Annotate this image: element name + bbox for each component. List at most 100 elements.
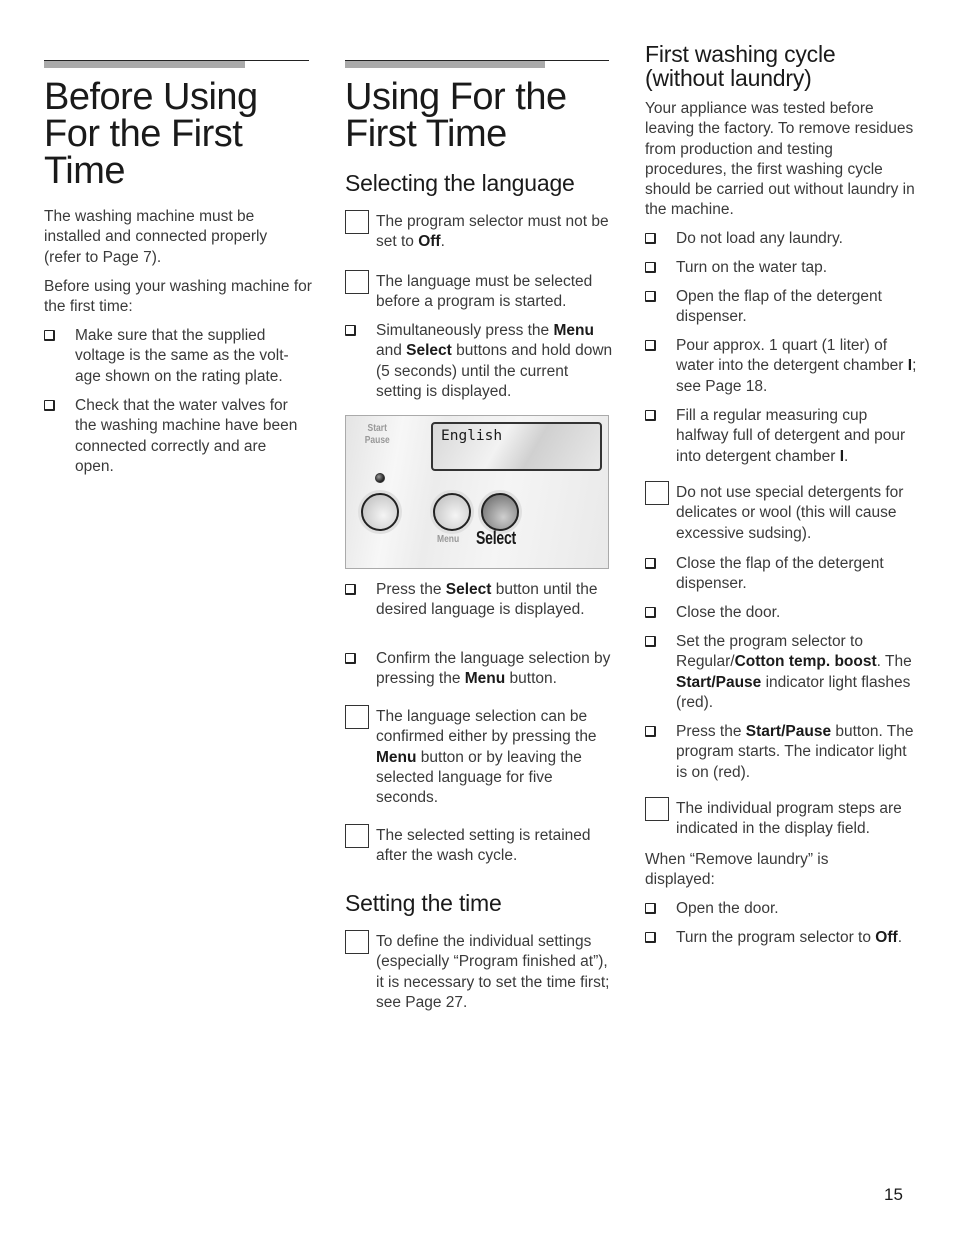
item-text: Turn on the water tap. [645,258,917,278]
text-run: Simultaneously press the [376,322,554,339]
text-run: The language must be selected before a p… [376,273,593,311]
title-line: Before Using [44,76,258,118]
note-box-icon [345,824,369,848]
item-text: The language must be selected before a p… [345,272,613,313]
checkbox-bullet-icon [645,607,656,618]
checkbox-bullet-icon [645,262,656,273]
emphasis-text: Start/Pause [745,723,832,740]
text-run: button. [505,670,557,688]
note-box-icon [345,210,369,234]
heading-selecting-language: Selecting the language [345,170,575,196]
checkbox-bullet-icon [645,636,656,647]
checklist-item: Turn the program selector to Off. [645,928,917,948]
item-text: Make sure that the supplied voltage is t… [75,327,289,385]
menu-button[interactable] [433,493,471,531]
note-item: Do not use special detergents for delica… [645,481,917,544]
select-label: Select [476,528,516,548]
title-line: Time [44,150,126,192]
checklist-item: Close the flap of the detergent dispense… [645,554,917,595]
checklist-item: Confirm the language selection by pressi… [345,649,613,690]
menu-label: Menu [437,534,460,545]
note-box-icon [345,270,369,294]
text-run: Do not use special detergents for delica… [676,484,904,542]
heading-line: (without laundry) [645,65,812,91]
start-pause-button[interactable] [361,493,399,531]
checklist-item: Turn on the water tap. [645,258,917,278]
note-box-icon [345,930,369,954]
lead-paragraph: Before using your washing machine for th… [44,278,312,316]
checkbox-bullet-icon [645,932,656,943]
note-box-icon [345,705,369,729]
checklist-item: Press the Start/Pause button. The progra… [645,722,917,783]
checklist-item: Open the flap of the detergent dispenser… [645,287,917,328]
text-run: Turn the program selector to [676,929,876,946]
item-text: Open the door. [645,899,917,919]
text-run: Press the [676,723,746,740]
checklist-item: Press the Select button until the desire… [345,580,613,621]
checkbox-bullet-icon [645,726,656,737]
section-rule-bar [345,61,545,68]
item-text: Set the program selector to Regular/Cott… [645,632,917,713]
item-text: Press the Start/Pause button. The progra… [645,722,917,783]
note-box-icon [645,797,669,821]
checklist-item: Make sure that the supplied voltage is t… [44,326,309,387]
text-run: Press the [376,581,446,598]
text-run: The program selector must not be set to [376,213,609,251]
note-item: The individual program steps are indicat… [645,797,917,840]
checkbox-bullet-icon [645,340,656,351]
text-run: . [844,447,849,465]
title-line: Using For the [345,76,567,118]
checkbox-bullet-icon [44,400,55,411]
item-text: Turn the program selector to Off. [645,928,917,948]
page-number: 15 [884,1185,903,1204]
display-text: English [441,428,503,444]
text-run: . The [876,653,912,671]
item-text: The individual program steps are indicat… [645,799,917,840]
checkbox-bullet-icon [645,291,656,302]
emphasis-text: Select [406,342,452,360]
item-text: Confirm the language selection by pressi… [345,649,613,690]
item-text: The language selection can be confirmed … [345,707,613,808]
item-text: Open the flap of the detergent dispenser… [645,287,917,328]
emphasis-text: Menu [376,748,417,766]
heading-setting-time: Setting the time [345,890,502,916]
item-text: To define the individual settings (espec… [345,932,613,1013]
text-run: The language selection can be confirmed … [376,708,597,746]
text-run: To define the individual settings (espec… [376,933,610,1011]
select-button[interactable] [481,493,519,531]
checkbox-bullet-icon [345,325,356,336]
emphasis-text: Menu [464,670,506,688]
item-text: Do not use special detergents for delica… [645,483,917,544]
text-run: . [440,233,445,251]
page-title-before-using: Before Using For the First Time [44,76,314,192]
emphasis-text: Off [418,233,441,251]
checkbox-bullet-icon [345,584,356,595]
checklist-item: Pour approx. 1 quart (1 liter) of water … [645,336,917,397]
emphasis-text: Start/Pause [676,673,762,691]
text-run: and [376,342,407,360]
text-run: Do not load any laundry. [676,230,843,247]
item-text: Fill a regular measuring cup halfway ful… [645,406,917,467]
item-text: The program selector must not be set to … [345,212,613,253]
note-item: The program selector must not be set to … [345,210,613,253]
note-box-icon [645,481,669,505]
emphasis-text: Off [875,929,898,946]
note-item: To define the individual settings (espec… [345,930,613,1013]
checkbox-bullet-icon [44,330,55,341]
item-text: Close the door. [645,603,917,623]
item-text: Do not load any laundry. [645,229,917,249]
item-text: Pour approx. 1 quart (1 liter) of water … [645,336,917,397]
checkbox-bullet-icon [345,653,356,664]
indicator-light-icon [375,473,385,483]
title-line: For the First [44,113,243,155]
item-text: Press the Select button until the desire… [345,580,613,621]
text-run: The individual program steps are indicat… [676,800,902,838]
item-text: Simultaneously press the Menu and Select… [345,321,613,402]
text-run: Fill a regular measuring cup halfway ful… [676,407,906,465]
display-field: English [431,422,602,471]
text-run: Open the flap of the detergent dispenser… [676,288,882,326]
note-item: The language selection can be confirmed … [345,705,613,808]
page-title-using-first-time: Using For the First Time [345,76,615,155]
title-line: First Time [345,113,507,155]
note-item: The selected setting is retained after t… [345,824,613,867]
